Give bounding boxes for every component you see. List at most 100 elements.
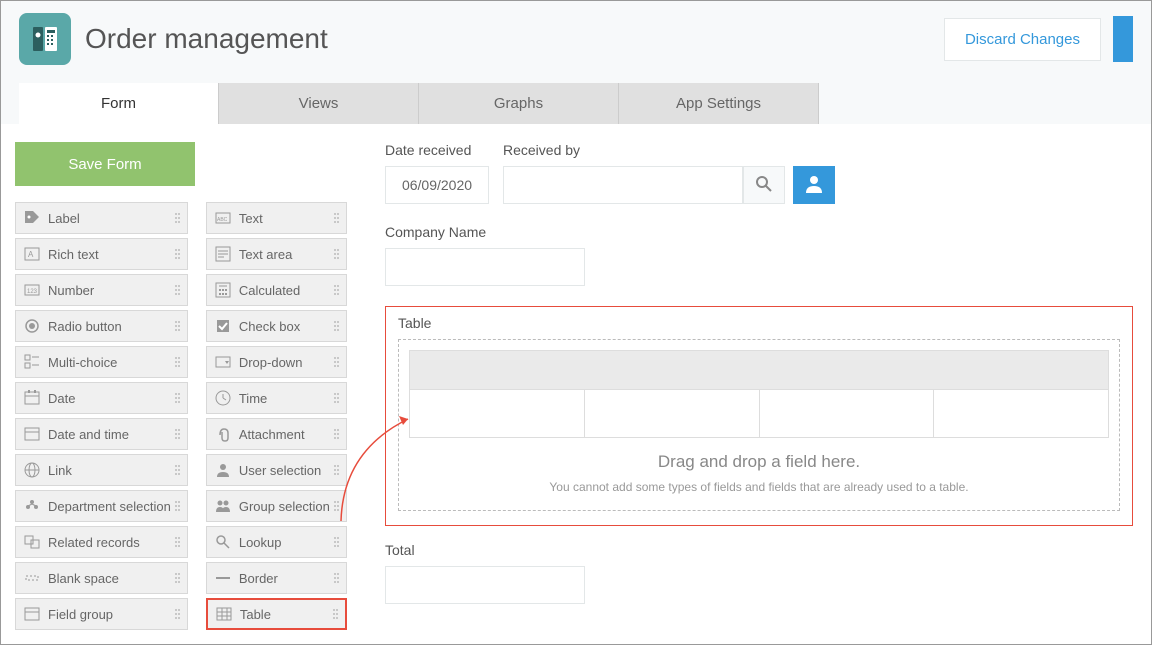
field-item-lookup[interactable]: Lookup [206,526,347,558]
drag-grip-icon [330,357,340,367]
field-item-label[interactable]: Label [15,202,188,234]
field-item-time[interactable]: Time [206,382,347,414]
search-icon [754,174,774,197]
field-item-label: Date and time [48,427,171,442]
field-item-attachment[interactable]: Attachment [206,418,347,450]
attachment-icon [213,424,233,444]
date-and-time-icon [22,424,42,444]
field-item-radio-button[interactable]: Radio button [15,310,188,342]
field-item-table[interactable]: Table [206,598,347,630]
form-canvas: Date received Received by [361,124,1151,644]
table-field-block[interactable]: Table Drag and drop a field here. You ca… [385,306,1133,526]
field-item-text[interactable]: ABC Text [206,202,347,234]
field-item-field-group[interactable]: Field group [15,598,188,630]
field-palette-sidebar: Save Form Label ABC Text A Rich text Text are… [1,124,361,644]
discard-changes-button[interactable]: Discard Changes [944,18,1101,61]
field-item-check-box[interactable]: Check box [206,310,347,342]
date-received-label: Date received [385,142,489,158]
field-item-label: Multi-choice [48,355,171,370]
drag-grip-icon [171,321,181,331]
related-records-icon [22,532,42,552]
company-name-input[interactable] [385,248,585,286]
lookup-icon [213,532,233,552]
field-item-label: Drop-down [239,355,330,370]
drag-grip-icon [330,321,340,331]
date-icon [22,388,42,408]
select-self-button[interactable] [793,166,835,204]
link-icon [22,460,42,480]
field-group-icon [22,604,42,624]
field-item-user-selection[interactable]: User selection [206,454,347,486]
field-item-department-selection[interactable]: Department selection [15,490,188,522]
multi-choice-icon [22,352,42,372]
received-by-input[interactable] [503,166,743,204]
field-item-text-area[interactable]: Text area [206,238,347,270]
page-title: Order management [85,23,944,55]
time-icon [213,388,233,408]
field-item-label: Number [48,283,171,298]
check-box-icon [213,316,233,336]
field-item-date[interactable]: Date [15,382,188,414]
drag-grip-icon [171,501,181,511]
tab-form[interactable]: Form [19,83,219,124]
field-item-group-selection[interactable]: Group selection [206,490,347,522]
drag-grip-icon [330,537,340,547]
table-header-row [409,350,1109,390]
search-user-button[interactable] [743,166,785,204]
svg-text:123: 123 [27,289,38,295]
field-item-label: Text [239,211,330,226]
primary-action-stripe[interactable] [1113,16,1133,62]
table-cell [760,390,935,437]
drag-grip-icon [330,429,340,439]
field-item-label: Check box [239,319,330,334]
drag-grip-icon [171,573,181,583]
field-item-label: Border [239,571,330,586]
app-icon [19,13,71,65]
field-item-label: Radio button [48,319,171,334]
field-item-label: Table [240,607,329,622]
drag-grip-icon [171,537,181,547]
text-area-icon [213,244,233,264]
text-icon: ABC [213,208,233,228]
field-item-label: Lookup [239,535,330,550]
drag-grip-icon [330,393,340,403]
field-item-border[interactable]: Border [206,562,347,594]
department-selection-icon [22,496,42,516]
group-selection-icon [213,496,233,516]
field-item-date-and-time[interactable]: Date and time [15,418,188,450]
field-item-label: Label [48,211,171,226]
field-item-label: Link [48,463,171,478]
field-item-label: Blank space [48,571,171,586]
tab-graphs[interactable]: Graphs [419,83,619,124]
user-selection-icon [213,460,233,480]
field-item-link[interactable]: Link [15,454,188,486]
field-item-number[interactable]: 123 Number [15,274,188,306]
drop-hint-text: Drag and drop a field here. [409,452,1109,472]
rich-text-icon: A [22,244,42,264]
field-item-multi-choice[interactable]: Multi-choice [15,346,188,378]
field-item-rich-text[interactable]: A Rich text [15,238,188,270]
svg-text:A: A [28,250,34,259]
field-item-label: Related records [48,535,171,550]
table-drop-zone[interactable]: Drag and drop a field here. You cannot a… [398,339,1120,511]
total-input[interactable] [385,566,585,604]
drag-grip-icon [330,573,340,583]
drag-grip-icon [171,249,181,259]
field-item-related-records[interactable]: Related records [15,526,188,558]
field-item-label: Rich text [48,247,171,262]
field-item-calculated[interactable]: Calculated [206,274,347,306]
drag-grip-icon [171,285,181,295]
drag-grip-icon [171,429,181,439]
date-received-input[interactable] [385,166,489,204]
tab-views[interactable]: Views [219,83,419,124]
tab-app-settings[interactable]: App Settings [619,83,819,124]
calculated-icon [213,280,233,300]
tab-bar: Form Views Graphs App Settings [1,83,1151,124]
field-item-label: Text area [239,247,330,262]
save-form-button[interactable]: Save Form [15,142,195,186]
field-item-drop-down[interactable]: Drop-down [206,346,347,378]
field-item-blank-space[interactable]: Blank space [15,562,188,594]
drag-grip-icon [171,609,181,619]
number-icon: 123 [22,280,42,300]
user-icon [803,173,825,198]
